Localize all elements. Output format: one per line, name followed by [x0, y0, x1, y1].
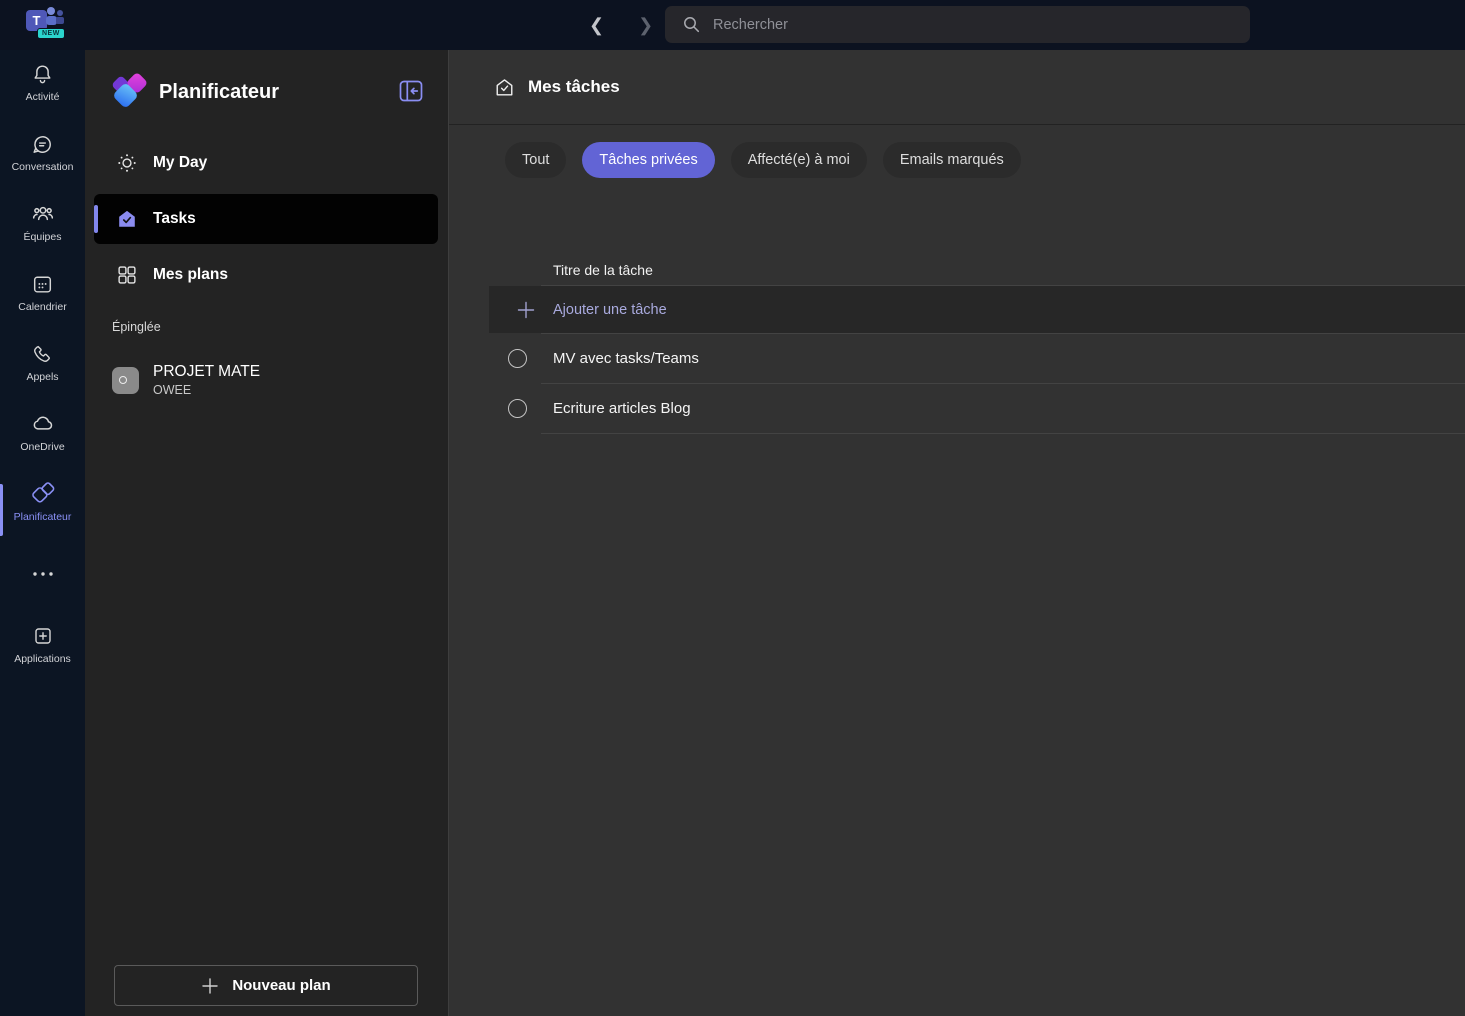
rail-item-label: Équipes: [24, 231, 62, 243]
rail-item-label: OneDrive: [20, 441, 64, 453]
sidebar-item-my-day[interactable]: My Day: [94, 138, 438, 188]
row-divider: [541, 433, 1465, 434]
rail-item-label: Appels: [26, 371, 58, 383]
cloud-icon: [30, 410, 56, 438]
collapse-panel-icon: [399, 80, 423, 102]
sidebar-item-label: My Day: [153, 154, 207, 172]
rail-item-calendar[interactable]: Calendrier: [0, 270, 85, 328]
app-title: Planificateur: [159, 81, 399, 104]
plus-icon: [516, 300, 536, 320]
sidebar-item-label: Tasks: [153, 210, 196, 228]
rail-item-label: Calendrier: [18, 301, 66, 313]
planner-icon: [30, 480, 56, 508]
rail-item-onedrive[interactable]: OneDrive: [0, 410, 85, 468]
search-box[interactable]: [665, 6, 1250, 43]
pinned-plan-title: PROJET MATE: [153, 363, 260, 381]
grid-icon: [116, 264, 138, 286]
rail-item-chat[interactable]: Conversation: [0, 130, 85, 188]
task-row[interactable]: Ecriture articles Blog: [489, 384, 1465, 433]
pinned-plan-text: PROJET MATE OWEE: [153, 363, 260, 397]
rail-more-options[interactable]: [0, 562, 85, 586]
tab-private-tasks[interactable]: Tâches privées: [582, 142, 714, 178]
planner-sidebar: Planificateur: [85, 50, 449, 1016]
my-tasks-icon: [494, 77, 515, 98]
sidebar-item-my-plans[interactable]: Mes plans: [94, 250, 438, 300]
tasks-house-check-icon: [116, 208, 138, 230]
selected-indicator: [0, 484, 3, 536]
pinned-section-label: Épinglée: [85, 320, 448, 334]
main-panel: Mes tâches Tout Tâches privées Affecté(e…: [449, 50, 1465, 1016]
rail-item-label: Activité: [26, 91, 60, 103]
tab-flagged-emails[interactable]: Emails marqués: [883, 142, 1021, 178]
complete-task-checkbox[interactable]: [508, 349, 527, 368]
pinned-plan-subtitle: OWEE: [153, 383, 260, 397]
filter-tabs: Tout Tâches privées Affecté(e) à moi Ema…: [449, 142, 1465, 178]
sidebar-nav: My Day Tasks: [85, 138, 448, 306]
task-title: Ecriture articles Blog: [553, 400, 691, 417]
sidebar-spacer: [85, 406, 448, 965]
new-plan-label: Nouveau plan: [232, 977, 330, 994]
app-rail: Activité Conversation: [0, 50, 85, 1016]
tab-all[interactable]: Tout: [505, 142, 566, 178]
rail-item-planner[interactable]: Planificateur: [0, 480, 85, 538]
forward-chevron-icon[interactable]: ❯: [632, 14, 659, 36]
sidebar-item-label: Mes plans: [153, 266, 228, 284]
back-chevron-icon[interactable]: ❮: [583, 14, 610, 36]
complete-task-checkbox[interactable]: [508, 399, 527, 418]
tab-assigned-to-me[interactable]: Affecté(e) à moi: [731, 142, 867, 178]
rail-item-apps[interactable]: Applications: [0, 622, 85, 680]
add-task-label: Ajouter une tâche: [553, 302, 667, 318]
add-task-row[interactable]: Ajouter une tâche: [489, 286, 1465, 333]
apps-plus-icon: [31, 622, 55, 650]
search-input[interactable]: [713, 17, 1193, 33]
task-title: MV avec tasks/Teams: [553, 350, 699, 367]
page-title: Mes tâches: [528, 77, 620, 97]
main-header: Mes tâches: [449, 50, 1465, 125]
teams-person-icon: [57, 10, 63, 16]
rail-item-calls[interactable]: Appels: [0, 340, 85, 398]
calendar-icon: [30, 270, 55, 298]
search-icon: [683, 16, 700, 33]
sidebar-item-tasks[interactable]: Tasks: [94, 194, 438, 244]
sun-icon: [116, 152, 138, 174]
plan-avatar: [112, 367, 139, 394]
top-bar: T NEW ❮ ❯: [0, 0, 1465, 50]
teams-logo[interactable]: T NEW: [26, 5, 70, 47]
rail-item-teams[interactable]: Équipes: [0, 200, 85, 258]
selected-indicator: [94, 205, 98, 233]
chat-icon: [30, 130, 55, 158]
phone-icon: [31, 340, 55, 368]
column-header-task-title: Titre de la tâche: [449, 255, 1465, 285]
teams-new-badge: NEW: [37, 28, 65, 39]
teams-person-icon: [56, 17, 64, 24]
rail-item-label: Conversation: [12, 161, 74, 173]
task-row[interactable]: MV avec tasks/Teams: [489, 334, 1465, 383]
rail-item-label: Planificateur: [14, 511, 72, 523]
pinned-plan-projet-mate[interactable]: PROJET MATE OWEE: [85, 354, 448, 406]
plus-icon: [201, 977, 219, 995]
more-horizontal-icon: [32, 571, 54, 577]
task-list: Titre de la tâche Ajouter une tâche MV a…: [449, 255, 1465, 434]
collapse-sidebar-button[interactable]: [399, 80, 423, 104]
bell-icon: [30, 60, 55, 88]
teams-app-window: T NEW ❮ ❯ Acti: [0, 0, 1465, 1016]
people-icon: [30, 200, 56, 228]
planner-logo-icon: [112, 74, 152, 110]
rail-item-label: Applications: [14, 653, 71, 665]
history-navigation: ❮ ❯: [583, 0, 659, 50]
sidebar-header: Planificateur: [85, 50, 448, 112]
rail-item-activity[interactable]: Activité: [0, 60, 85, 118]
new-plan-button[interactable]: Nouveau plan: [114, 965, 418, 1006]
teams-person-icon: [47, 7, 55, 15]
